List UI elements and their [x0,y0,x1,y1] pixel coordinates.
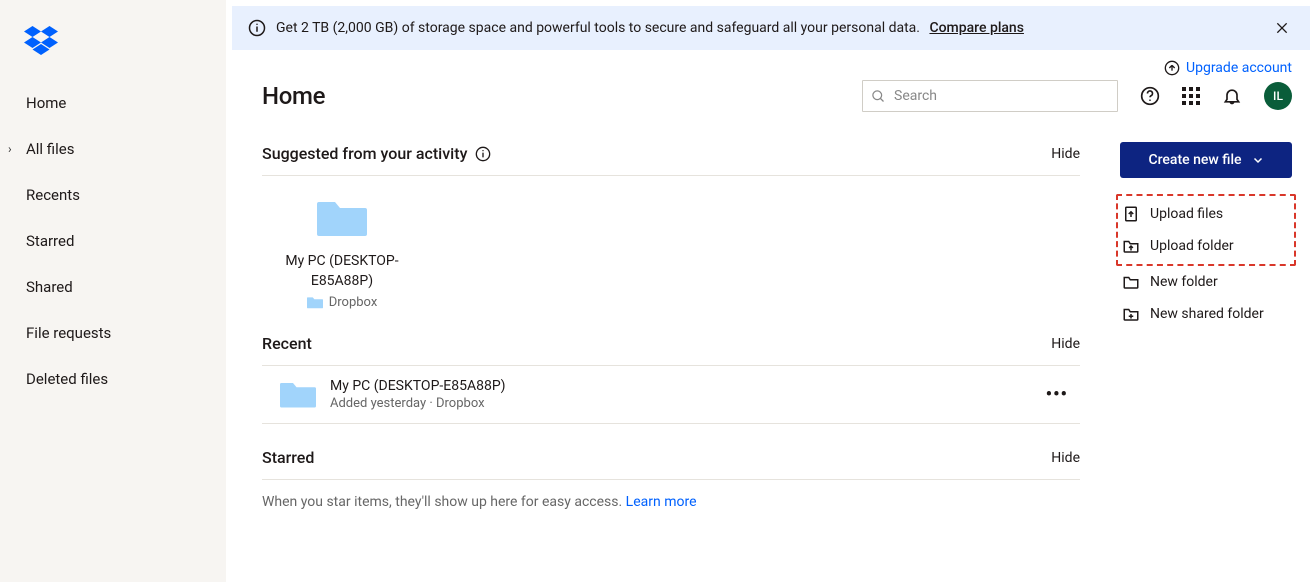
chevron-down-icon [1252,154,1264,166]
sidebar-item-all-files[interactable]: › All files [0,126,226,172]
upload-folder-button[interactable]: Upload folder [1120,230,1292,262]
nav-label: Shared [26,278,73,296]
new-shared-folder-button[interactable]: New shared folder [1120,298,1292,330]
action-label: Upload files [1150,206,1223,222]
sidebar-item-shared[interactable]: Shared [0,264,226,310]
card-sub: Dropbox [262,295,422,310]
recent-hide-button[interactable]: Hide [1051,336,1080,352]
starred-section: Starred Hide When you star items, they'l… [262,448,1080,510]
upload-file-icon [1122,205,1140,223]
notifications-button[interactable] [1222,86,1242,106]
suggested-heading: Suggested from your activity [262,144,491,163]
action-list: Upload files Upload folder New folder [1120,194,1292,330]
heading-text: Suggested from your activity [262,144,467,163]
recent-heading: Recent [262,334,312,353]
recent-section: Recent Hide My PC (DESKTOP-E85A88P) Adde… [262,334,1080,424]
annotation-highlight: Upload files Upload folder [1116,194,1296,266]
upgrade-icon [1164,60,1180,76]
search-input[interactable] [894,88,1109,104]
sidebar: Home › All files Recents Starred Shared F… [0,0,226,582]
card-sub-text: Dropbox [329,295,378,310]
apps-grid-button[interactable] [1182,87,1200,105]
create-label: Create new file [1148,152,1241,168]
nav-label: Starred [26,232,74,250]
recent-row[interactable]: My PC (DESKTOP-E85A88P) Added yesterday … [262,366,1080,424]
sidebar-item-recents[interactable]: Recents [0,172,226,218]
new-folder-button[interactable]: New folder [1120,266,1292,298]
nav-label: File requests [26,324,111,342]
row-more-button[interactable]: ••• [1038,384,1076,405]
new-folder-icon [1122,273,1140,291]
help-button[interactable] [1140,86,1160,106]
learn-more-link[interactable]: Learn more [626,494,697,510]
banner-message: Get 2 TB (2,000 GB) of storage space and… [276,20,920,36]
action-label: New shared folder [1150,306,1264,322]
chevron-right-icon: › [8,142,12,156]
sidebar-item-file-requests[interactable]: File requests [0,310,226,356]
nav-label: All files [26,140,74,158]
dropbox-logo[interactable] [0,20,226,80]
card-title: My PC (DESKTOP-E85A88P) [262,252,422,291]
sidebar-item-starred[interactable]: Starred [0,218,226,264]
suggested-card[interactable]: My PC (DESKTOP-E85A88P) Dropbox [262,176,422,310]
info-icon[interactable] [475,146,491,162]
page-title: Home [262,82,325,110]
folder-icon [307,296,323,309]
main-area: Get 2 TB (2,000 GB) of storage space and… [226,0,1316,582]
upload-files-button[interactable]: Upload files [1120,198,1292,230]
sidebar-item-home[interactable]: Home [0,80,226,126]
sidebar-nav: Home › All files Recents Starred Shared F… [0,80,226,402]
starred-heading: Starred [262,448,314,467]
nav-label: Home [26,94,66,112]
info-icon [248,19,266,37]
suggested-hide-button[interactable]: Hide [1051,146,1080,162]
action-label: Upload folder [1150,238,1234,254]
search-box[interactable] [862,80,1118,112]
promo-banner: Get 2 TB (2,000 GB) of storage space and… [232,6,1310,50]
actions-panel: Create new file Upload files [1120,120,1292,510]
upload-folder-icon [1122,237,1140,255]
content-wrap: Suggested from your activity Hide My PC … [226,120,1316,510]
create-new-file-button[interactable]: Create new file [1120,142,1292,178]
upgrade-account-link[interactable]: Upgrade account [1186,60,1292,76]
content-main: Suggested from your activity Hide My PC … [262,120,1080,510]
folder-icon [280,380,316,409]
new-shared-folder-icon [1122,305,1140,323]
sidebar-item-deleted-files[interactable]: Deleted files [0,356,226,402]
compare-plans-link[interactable]: Compare plans [929,20,1023,36]
banner-close-button[interactable] [1270,16,1294,40]
starred-empty: When you star items, they'll show up her… [262,494,1080,510]
account-avatar[interactable]: IL [1264,82,1292,110]
recent-sub: Added yesterday · Dropbox [330,396,1024,411]
suggested-section: Suggested from your activity Hide My PC … [262,144,1080,310]
top-bar: Home IL [226,76,1316,120]
nav-label: Deleted files [26,370,108,388]
empty-text: When you star items, they'll show up her… [262,494,626,510]
banner-text: Get 2 TB (2,000 GB) of storage space and… [276,20,1270,36]
upgrade-row: Upgrade account [226,50,1316,76]
nav-label: Recents [26,186,80,204]
recent-title: My PC (DESKTOP-E85A88P) [330,378,1024,394]
folder-icon [317,198,367,238]
starred-hide-button[interactable]: Hide [1051,450,1080,466]
search-icon [871,89,886,104]
action-label: New folder [1150,274,1218,290]
